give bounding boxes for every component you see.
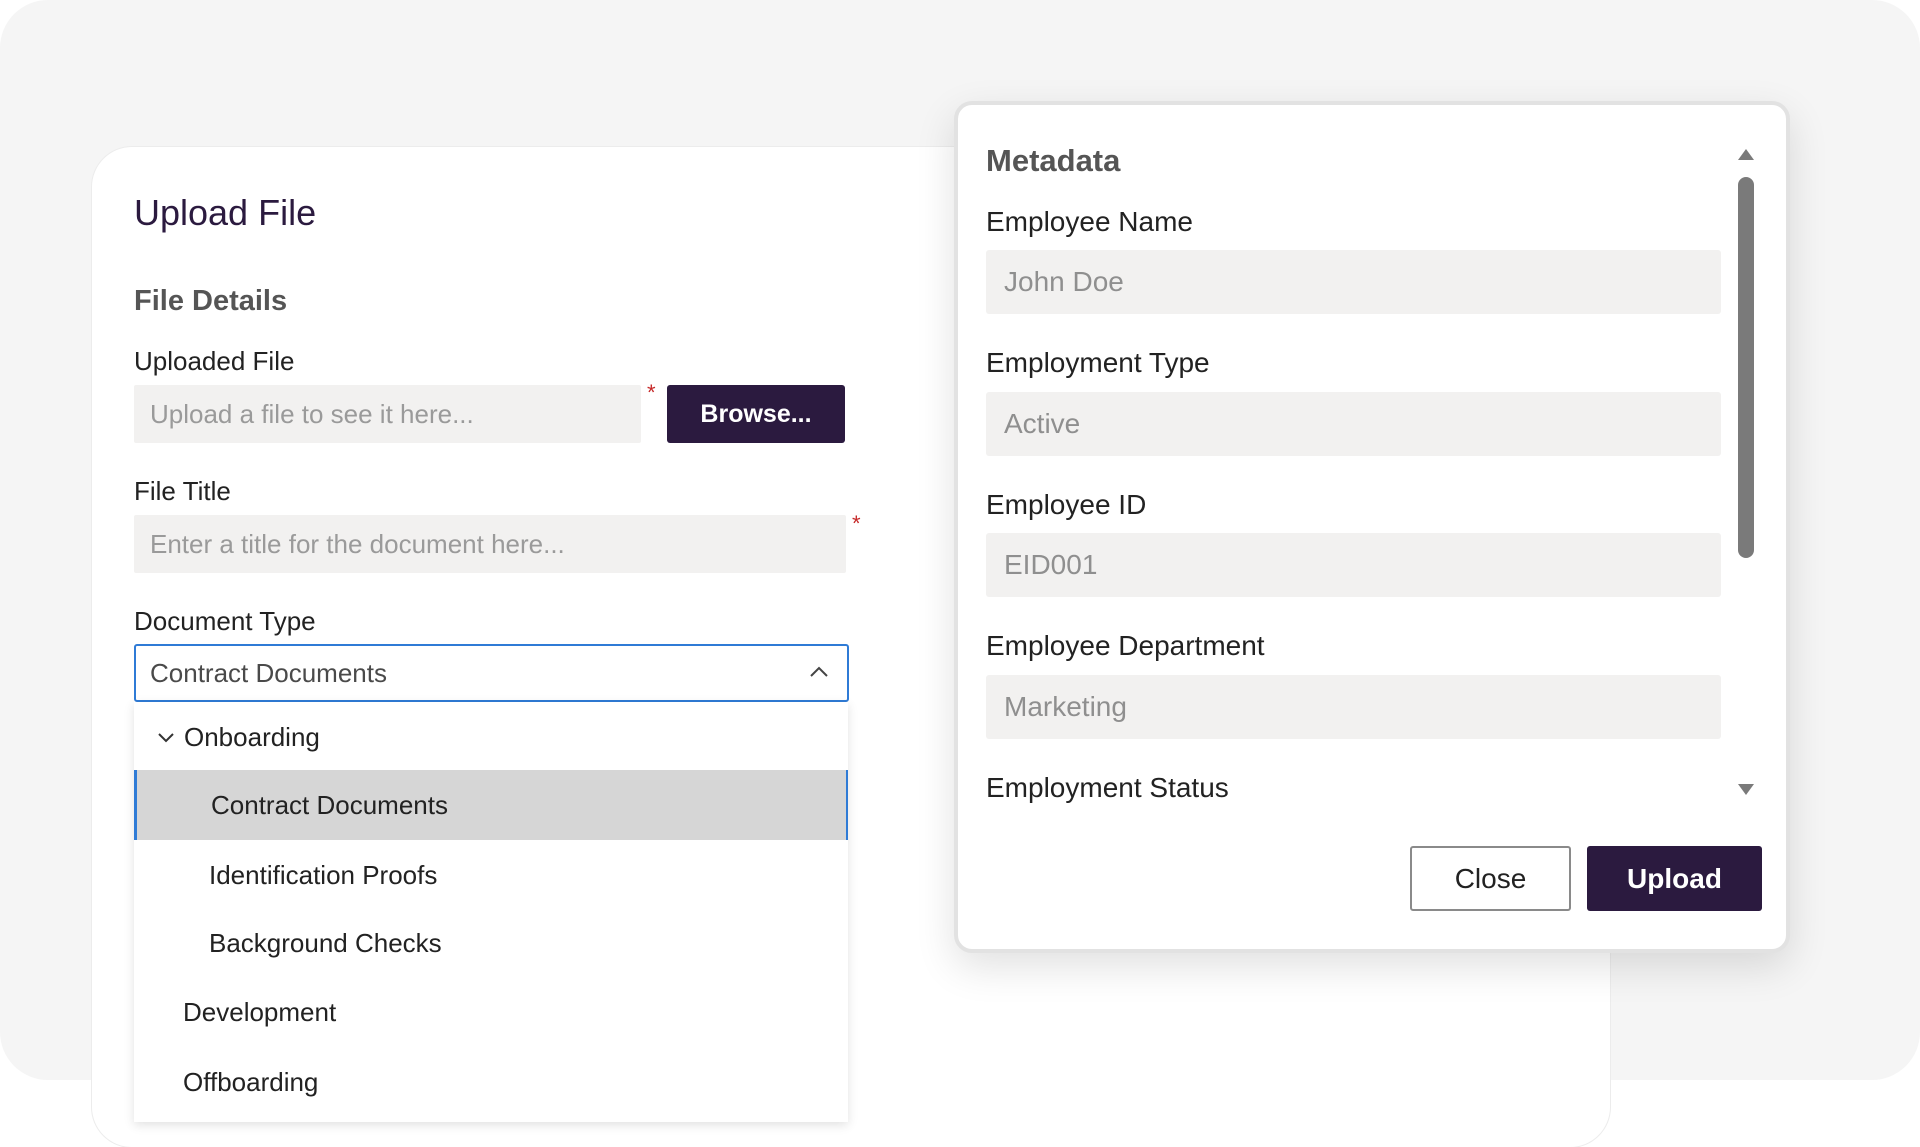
upload-button[interactable]: Upload (1587, 846, 1762, 911)
file-title-input[interactable]: Enter a title for the document here... (134, 515, 846, 573)
chevron-up-icon[interactable] (807, 660, 831, 684)
document-type-label: Document Type (134, 606, 316, 636)
dropdown-item-label: Onboarding (184, 721, 320, 752)
dropdown-group-onboarding[interactable]: Onboarding (134, 702, 848, 772)
dropdown-group-offboarding[interactable]: Offboarding (134, 1047, 848, 1117)
employee-id-field[interactable]: EID001 (986, 533, 1721, 597)
employee-id-label: Employee ID (986, 489, 1147, 520)
employee-name-field[interactable]: John Doe (986, 250, 1721, 314)
uploaded-file-input[interactable]: Upload a file to see it here... (134, 385, 641, 443)
dropdown-item-identification-proofs[interactable]: Identification Proofs (134, 840, 848, 910)
scroll-down-arrow-icon[interactable] (1736, 782, 1756, 798)
dropdown-item-contract-documents[interactable]: Contract Documents (134, 770, 848, 840)
file-details-heading: File Details (134, 285, 288, 317)
document-type-dropdown: Onboarding Contract Documents Identifica… (134, 702, 848, 1122)
dropdown-item-label: Background Checks (209, 927, 442, 958)
dropdown-item-label: Identification Proofs (209, 859, 438, 890)
scroll-up-arrow-icon[interactable] (1736, 146, 1756, 162)
metadata-heading: Metadata (986, 143, 1121, 178)
browse-button[interactable]: Browse... (667, 385, 845, 443)
scrollbar-thumb[interactable] (1738, 177, 1754, 558)
chevron-down-icon[interactable] (156, 727, 176, 747)
close-button[interactable]: Close (1410, 846, 1571, 911)
employee-department-field[interactable]: Marketing (986, 675, 1721, 739)
employment-status-label: Employment Status (986, 772, 1229, 803)
page-title: Upload File (134, 192, 317, 233)
file-title-label: File Title (134, 476, 231, 506)
employee-name-label: Employee Name (986, 206, 1193, 237)
dropdown-group-development[interactable]: Development (134, 977, 848, 1047)
required-asterisk: * (852, 511, 861, 536)
uploaded-file-label: Uploaded File (134, 346, 295, 376)
employee-department-label: Employee Department (986, 630, 1265, 661)
document-type-select[interactable]: Contract Documents (134, 644, 849, 702)
employment-type-field[interactable]: Active (986, 392, 1721, 456)
selected-value: Contract Documents (150, 657, 387, 688)
dropdown-item-label: Development (183, 996, 337, 1027)
dropdown-item-label: Offboarding (183, 1066, 319, 1097)
required-asterisk: * (647, 380, 656, 405)
dropdown-item-background-checks[interactable]: Background Checks (134, 908, 848, 978)
dropdown-item-label: Contract Documents (211, 789, 448, 820)
employment-type-label: Employment Type (986, 347, 1210, 378)
